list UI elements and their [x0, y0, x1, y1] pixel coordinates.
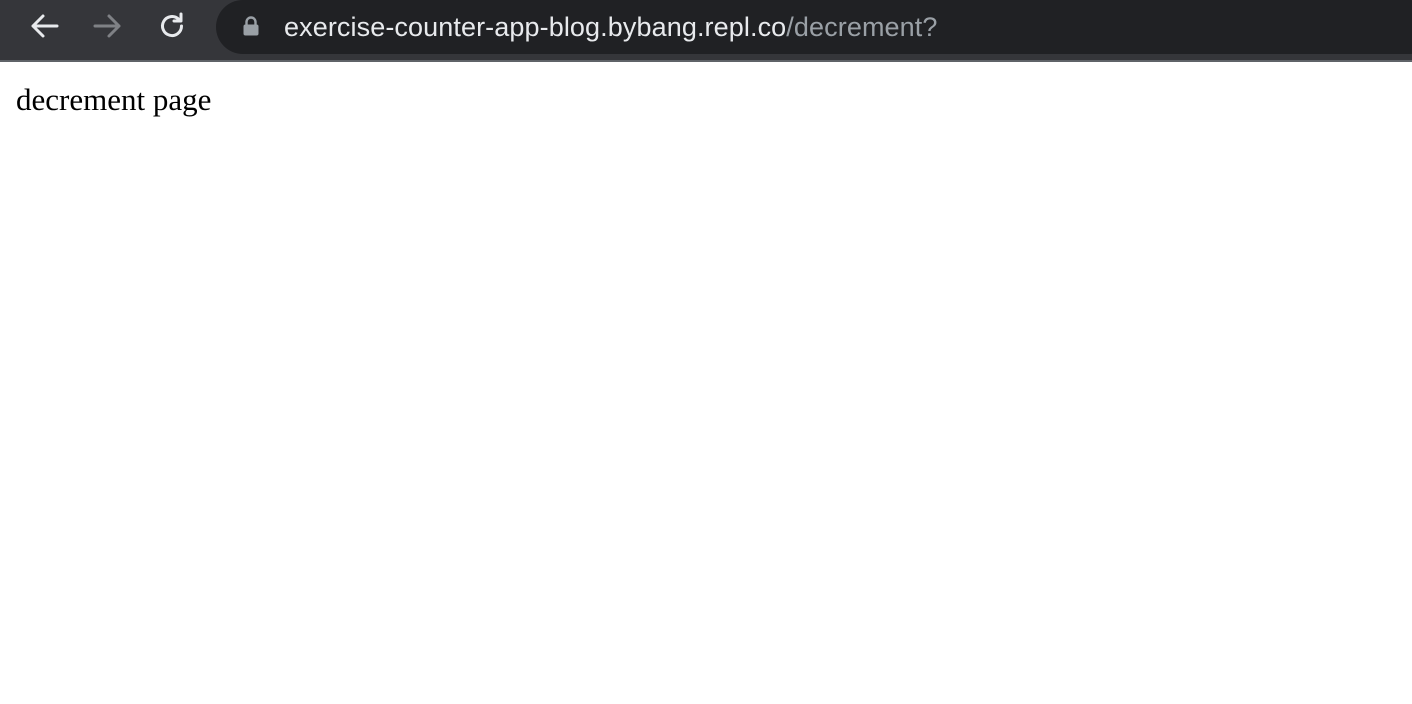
url-host: exercise-counter-app-blog.bybang.repl.co — [284, 12, 787, 42]
back-button[interactable] — [20, 6, 68, 46]
reload-button[interactable] — [148, 6, 196, 46]
forward-button[interactable] — [84, 6, 132, 46]
address-bar[interactable]: exercise-counter-app-blog.bybang.repl.co… — [216, 0, 1412, 54]
lock-icon[interactable] — [242, 15, 260, 37]
page-text: decrement page — [16, 82, 212, 117]
url-text[interactable]: exercise-counter-app-blog.bybang.repl.co… — [284, 10, 937, 44]
arrow-left-icon — [31, 14, 59, 38]
arrow-right-icon — [93, 14, 121, 38]
url-path: /decrement? — [786, 12, 938, 42]
browser-toolbar: exercise-counter-app-blog.bybang.repl.co… — [0, 0, 1412, 62]
reload-icon — [161, 12, 184, 38]
page-viewport: decrement page — [0, 64, 1412, 704]
